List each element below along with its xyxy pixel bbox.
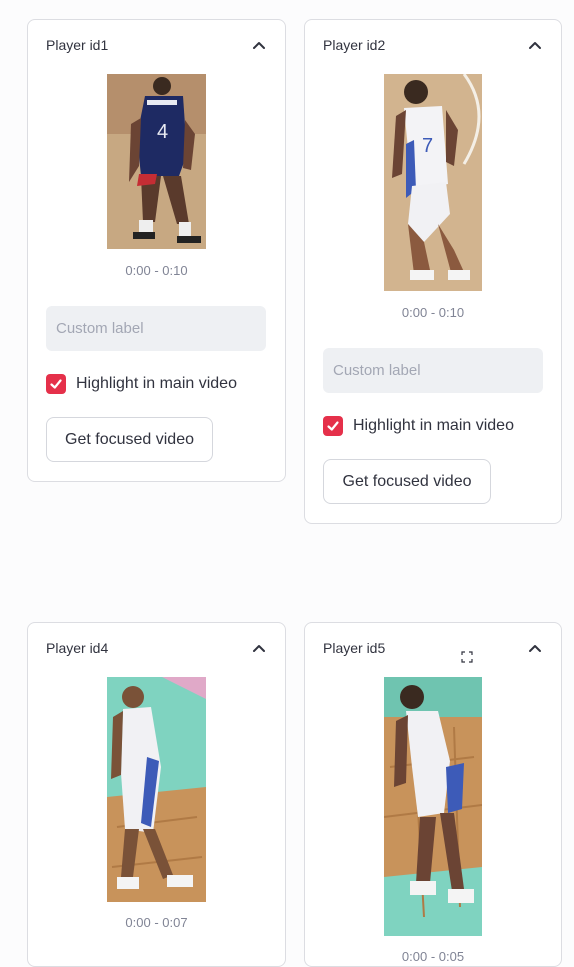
video-time-range: 0:00 - 0:05 — [401, 949, 465, 964]
card-title: Player id2 — [323, 37, 386, 53]
card-title: Player id1 — [46, 37, 109, 53]
checkbox-label: Highlight in main video — [353, 417, 514, 434]
highlight-checkbox[interactable]: Highlight in main video — [323, 416, 514, 436]
card-title: Player id4 — [46, 640, 109, 656]
player-video-thumbnail[interactable]: 7 — [384, 74, 482, 291]
player-card-id4: Player id4 0:00 - 0:07 — [27, 622, 286, 967]
checkbox-label: Highlight in main video — [76, 375, 237, 392]
video-time-range: 0:00 - 0:10 — [401, 305, 465, 320]
player-video-thumbnail[interactable] — [107, 677, 206, 902]
chevron-up-icon[interactable] — [251, 642, 267, 654]
custom-label-input[interactable] — [323, 348, 543, 393]
player-video-thumbnail[interactable] — [384, 677, 482, 936]
get-focused-video-button[interactable]: Get focused video — [46, 417, 213, 462]
custom-label-input[interactable] — [46, 306, 266, 351]
player-card-id5: Player id5 0:00 - 0:05 — [304, 622, 562, 967]
player-video-thumbnail[interactable]: 4 — [107, 74, 206, 249]
card-title: Player id5 — [323, 640, 386, 656]
video-time-range: 0:00 - 0:10 — [125, 263, 188, 278]
get-focused-video-button[interactable]: Get focused video — [323, 459, 491, 504]
video-time-range: 0:00 - 0:07 — [125, 915, 188, 930]
fullscreen-icon[interactable] — [460, 650, 474, 664]
player-card-id1: Player id1 4 0:00 - 0:10 Highlight in ma… — [27, 19, 286, 482]
chevron-up-icon[interactable] — [251, 39, 267, 51]
check-icon[interactable] — [323, 416, 343, 436]
check-icon[interactable] — [46, 374, 66, 394]
chevron-up-icon[interactable] — [527, 642, 543, 654]
player-card-id2: Player id2 7 0:00 - 0:10 Highlight in ma… — [304, 19, 562, 524]
chevron-up-icon[interactable] — [527, 39, 543, 51]
svg-text:7: 7 — [422, 135, 433, 157]
svg-text:4: 4 — [157, 121, 168, 143]
highlight-checkbox[interactable]: Highlight in main video — [46, 374, 237, 394]
